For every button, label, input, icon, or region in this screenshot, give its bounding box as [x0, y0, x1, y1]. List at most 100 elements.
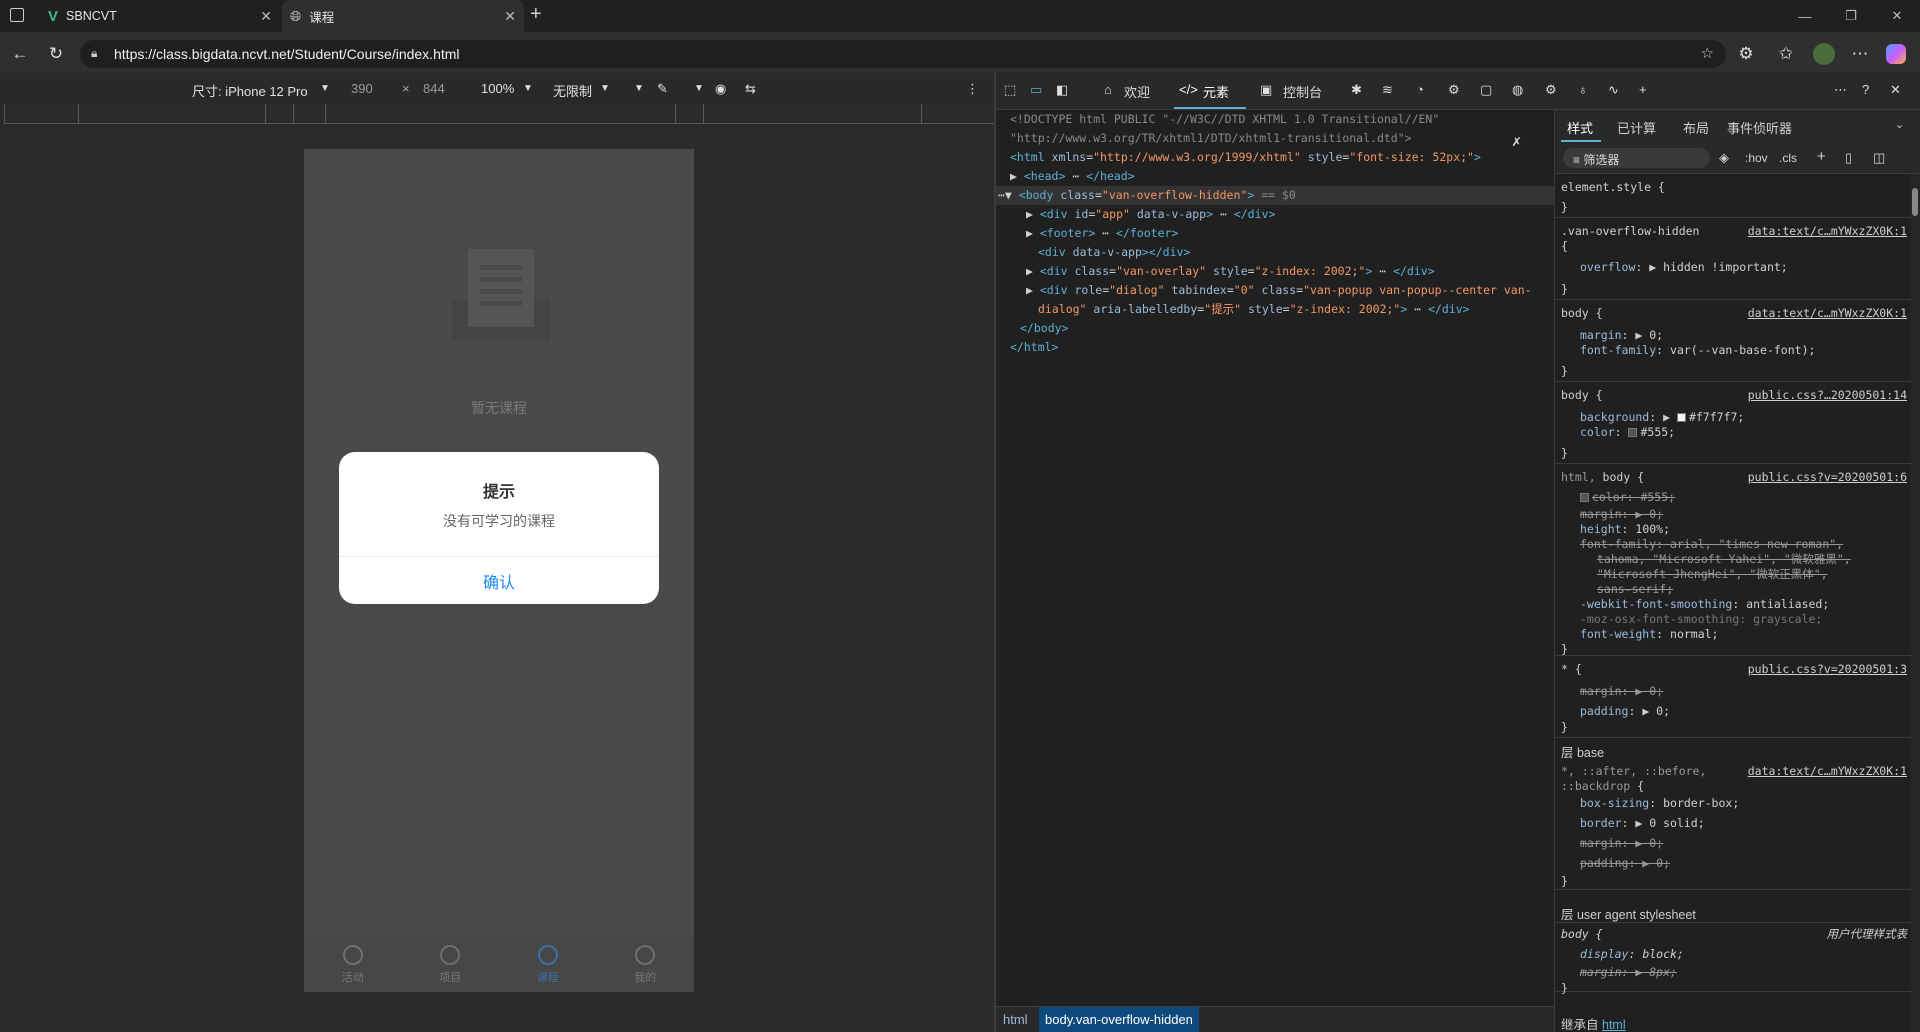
dom-line[interactable]: </body> [1020, 319, 1068, 338]
source-link[interactable]: data:text/c…mYWxzZX0K:1 [1748, 306, 1907, 321]
dom-line[interactable]: ▶ <div role="dialog" tabindex="0" class=… [1026, 281, 1532, 300]
sidebar-toggle-icon[interactable]: ◫ [1873, 150, 1885, 166]
help-icon[interactable]: ? [1862, 82, 1869, 97]
new-tab-icon[interactable]: + [530, 3, 542, 26]
layer-base[interactable]: 层 base [1561, 742, 1604, 761]
sensor-icon[interactable]: ✎ [657, 81, 668, 97]
tab-layout[interactable]: 布局 [1683, 118, 1709, 137]
code-icon: </> [1179, 82, 1198, 97]
vue-logo-icon: V [48, 7, 59, 25]
network-icon[interactable]: ≋ [1382, 82, 1393, 98]
dom-line[interactable]: </html> [1010, 338, 1058, 357]
restore-icon[interactable]: ❐ [1828, 0, 1874, 32]
device-select[interactable]: 尺寸: iPhone 12 Pro [192, 81, 308, 100]
height-input[interactable]: 844 [423, 81, 445, 96]
copilot-icon[interactable] [1886, 44, 1906, 64]
site-info-icon[interactable]: 🔒︎ [91, 46, 97, 61]
zoom-select[interactable]: 100% [481, 81, 514, 96]
minimize-icon[interactable]: — [1782, 0, 1828, 32]
breadcrumb-html[interactable]: html [1003, 1012, 1028, 1027]
tab-event-listeners[interactable]: 事件侦听器 [1727, 118, 1792, 137]
activity-icon [342, 945, 363, 965]
tab-course[interactable]: 课程 [499, 939, 597, 992]
url-text: https://class.bigdata.ncvt.net/Student/C… [114, 46, 460, 62]
scrollbar[interactable] [1910, 174, 1920, 1032]
dom-line[interactable]: ▶ <div class="van-overlay" style="z-inde… [1026, 262, 1435, 281]
filter-input[interactable]: ≡ 筛选器 [1563, 148, 1710, 168]
security-icon[interactable]: ◍ [1512, 82, 1523, 98]
times-sign: × [402, 81, 410, 96]
breadcrumb-body[interactable]: body.van-overflow-hidden [1039, 1007, 1199, 1032]
cls-toggle[interactable]: .cls [1779, 151, 1797, 165]
source-link[interactable]: public.css?…20200501:14 [1748, 388, 1907, 403]
back-icon[interactable]: ← [6, 40, 34, 68]
chevron-down-icon[interactable]: ▼ [634, 83, 644, 94]
tab-actions-icon[interactable] [10, 8, 24, 22]
close-tab-icon[interactable]: ✕ [504, 8, 516, 25]
close-window-icon[interactable]: ✕ [1874, 0, 1920, 32]
favorite-star-icon[interactable]: ☆ [1701, 44, 1714, 62]
width-input[interactable]: 390 [351, 81, 373, 96]
throttle-select[interactable]: 无限制 [553, 81, 592, 100]
dom-line[interactable]: dialog" aria-labelledby="提示" style="z-in… [1038, 300, 1470, 319]
tab-elements[interactable]: 元素 [1203, 82, 1229, 101]
tab-mine[interactable]: 我的 [597, 939, 695, 992]
browser-tab-sbncvt[interactable]: V SBNCVT ✕ [42, 0, 280, 32]
extensions-icon[interactable]: ⚙ [1732, 40, 1760, 68]
device-mode-icon[interactable]: ▭ [1030, 82, 1042, 98]
hov-toggle[interactable]: :hov [1745, 151, 1768, 165]
close-tab-icon[interactable]: ✕ [260, 8, 272, 25]
memory-icon[interactable]: ⚙ [1545, 82, 1557, 98]
dom-line[interactable]: ▶ <footer> ⋯ </footer> [1026, 224, 1178, 243]
tab-console[interactable]: 控制台 [1283, 82, 1322, 101]
layer-user-agent: 层 user agent stylesheet [1561, 908, 1696, 922]
paint-icon[interactable]: ▯ [1845, 150, 1852, 166]
source-link[interactable]: public.css?v=20200501:6 [1748, 470, 1907, 485]
dock-icon[interactable]: ◧ [1056, 82, 1068, 98]
more-options-icon[interactable]: ⋯ [1834, 82, 1847, 98]
home-icon[interactable]: ⌂ [1104, 82, 1112, 97]
alert-dialog: 提示 没有可学习的课程 确认 [339, 452, 659, 604]
tab-activity[interactable]: 活动 [304, 939, 402, 992]
dom-line[interactable]: ▶ <div id="app" data-v-app> ⋯ </div> [1026, 205, 1275, 224]
avatar[interactable] [1813, 43, 1835, 65]
chevron-down-icon[interactable]: ▼ [694, 83, 704, 94]
close-devtools-icon[interactable]: ✕ [1890, 82, 1901, 98]
pulse-icon[interactable]: ∿ [1608, 82, 1619, 98]
layers-icon[interactable]: ◈ [1719, 150, 1729, 166]
performance-icon[interactable]: ◔ [1416, 82, 1424, 97]
tab-styles[interactable]: 样式 [1567, 118, 1593, 137]
tab-welcome[interactable]: 欢迎 [1124, 82, 1150, 101]
more-tools-icon[interactable]: + [1639, 82, 1647, 97]
tab-computed[interactable]: 已计算 [1617, 118, 1656, 137]
dom-line[interactable]: <div data-v-app></div> [1038, 243, 1190, 262]
settings-gear-icon[interactable]: ⚙ [1448, 82, 1460, 98]
source-link[interactable]: data:text/c…mYWxzZX0K:1 [1748, 224, 1907, 239]
kebab-menu-icon[interactable]: ⋮ [966, 81, 979, 97]
styles-pane: 样式 已计算 布局 事件侦听器 ⌄ ≡ 筛选器 ◈ :hov .cls + ▯ … [1554, 110, 1920, 1032]
lighthouse-icon[interactable]: ♁ [1578, 82, 1588, 97]
confirm-button[interactable]: 确认 [339, 557, 659, 604]
dom-line[interactable]: <html xmlns="http://www.w3.org/1999/xhtm… [1010, 148, 1481, 167]
url-field[interactable]: 🔒︎ https://class.bigdata.ncvt.net/Studen… [80, 40, 1726, 68]
new-rule-icon[interactable]: + [1817, 148, 1826, 165]
chevron-down-icon[interactable]: ⌄ [1895, 118, 1904, 131]
style-rule: element.style { } [1555, 176, 1911, 218]
bug-icon[interactable]: ✱ [1351, 82, 1362, 98]
pin-icon[interactable]: ✗ [1512, 132, 1521, 151]
dom-line: "http://www.w3.org/TR/xhtml1/DTD/xhtml1-… [1010, 131, 1412, 145]
source-link[interactable]: data:text/c…mYWxzZX0K:1 [1748, 764, 1907, 779]
more-menu-icon[interactable]: ⋯ [1846, 40, 1874, 68]
inspect-icon[interactable]: ⬚ [1004, 82, 1016, 98]
dom-line[interactable]: ▶ <head> ⋯ </head> [1010, 167, 1135, 186]
application-icon[interactable]: ▢ [1480, 82, 1492, 98]
dom-line[interactable]: ⋯▼ <body class="van-overflow-hidden"> ==… [998, 186, 1296, 205]
browser-tab-course[interactable]: 🌐︎ 课程 ✕ [282, 0, 524, 32]
tab-project[interactable]: 项目 [402, 939, 500, 992]
rotate-icon[interactable]: ⇆ [745, 81, 756, 97]
eye-icon[interactable]: ◉ [715, 81, 726, 97]
source-link[interactable]: public.css?v=20200501:3 [1748, 662, 1907, 677]
favorites-icon[interactable]: ✩ [1772, 40, 1800, 68]
active-tab-indicator [1174, 107, 1246, 109]
refresh-icon[interactable]: ↻ [42, 40, 70, 68]
